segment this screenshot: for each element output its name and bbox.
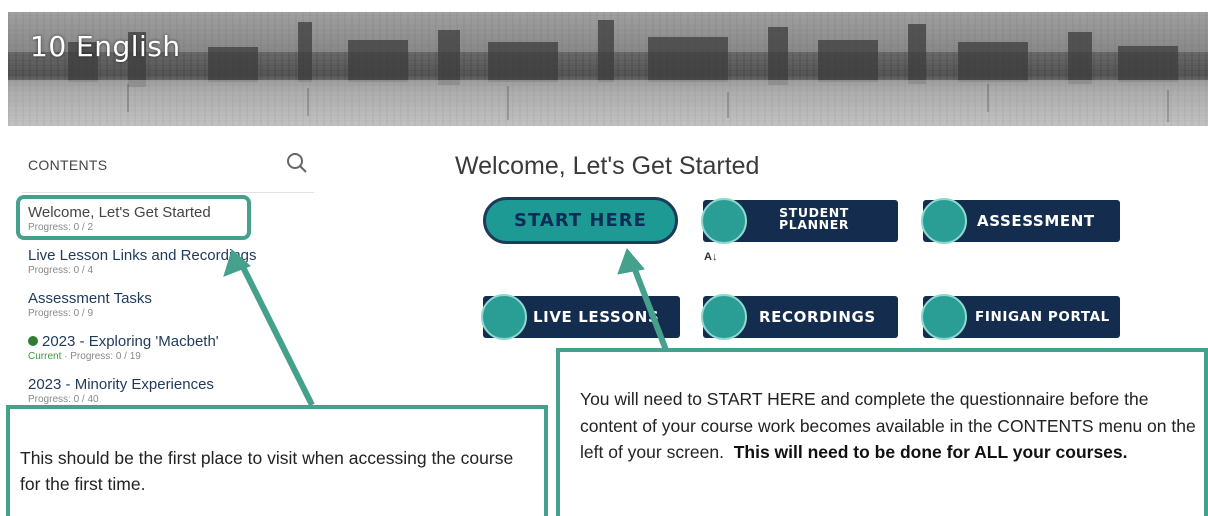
callout-right-bold: This will need to be done for ALL your c… <box>733 442 1128 462</box>
sidebar-item-progress: Progress: 0 / 9 <box>28 308 94 319</box>
page-title: Welcome, Let's Get Started <box>455 152 760 180</box>
finigan-portal-button[interactable]: FINIGAN PORTAL <box>921 294 1120 340</box>
student-planner-label: STUDENT PLANNER <box>779 206 850 232</box>
sidebar-item-progress: Progress: 0 / 4 <box>28 265 94 276</box>
callout-left-text: This should be the first place to visit … <box>20 448 514 494</box>
sidebar-item-progress: Progress: 0 / 19 <box>70 351 141 362</box>
live-lessons-label: LIVE LESSONS <box>533 308 660 326</box>
live-lessons-icon <box>481 294 527 340</box>
live-lessons-button[interactable]: LIVE LESSONS <box>481 294 680 340</box>
arrowhead-right <box>617 248 645 275</box>
student-planner-line2: PLANNER <box>779 217 850 232</box>
arrow-line-left <box>239 263 315 407</box>
callout-right-text: You will need to START HERE and complete… <box>580 386 1200 466</box>
student-planner-button[interactable]: STUDENT PLANNER <box>701 198 898 244</box>
sidebar-item-title: Live Lesson Links and Recordings <box>28 247 257 264</box>
assessment-button[interactable]: ASSESSMENT <box>921 198 1120 244</box>
sidebar-item-assessment-tasks[interactable]: Assessment Tasks Progress: 0 / 9 <box>28 290 152 319</box>
finigan-portal-label: FINIGAN PORTAL <box>975 309 1110 325</box>
course-banner: 10 English <box>8 12 1208 126</box>
contents-header: CONTENTS <box>28 157 108 173</box>
start-here-button[interactable]: START HERE <box>483 197 678 244</box>
current-label: Current <box>28 351 62 362</box>
course-title: 10 English <box>30 30 181 63</box>
start-here-label: START HERE <box>514 210 647 231</box>
callout-first-place: This should be the first place to visit … <box>6 405 548 516</box>
finigan-portal-icon <box>921 294 967 340</box>
sidebar-item-title: 2023 - Exploring 'Macbeth' <box>42 333 219 350</box>
current-indicator-dot <box>28 336 38 346</box>
recordings-icon <box>701 294 747 340</box>
recordings-button[interactable]: RECORDINGS <box>701 294 898 340</box>
highlight-box-welcome <box>16 195 251 240</box>
contents-divider <box>22 192 314 193</box>
sidebar-item-macbeth[interactable]: 2023 - Exploring 'Macbeth' Current · Pro… <box>28 333 219 362</box>
sort-az-icon[interactable]: A↓ <box>704 251 717 263</box>
sidebar-item-live-lessons[interactable]: Live Lesson Links and Recordings Progres… <box>28 247 256 276</box>
planner-icon <box>701 198 747 244</box>
sidebar-item-title: Assessment Tasks <box>28 290 152 307</box>
assessment-label: ASSESSMENT <box>977 212 1095 230</box>
banner-illustration <box>8 12 1208 126</box>
sidebar-item-minority-experiences[interactable]: 2023 - Minority Experiences Progress: 0 … <box>28 376 214 405</box>
search-button[interactable] <box>285 151 309 175</box>
search-icon <box>287 153 307 173</box>
callout-start-here: You will need to START HERE and complete… <box>556 348 1208 516</box>
sidebar-item-title: 2023 - Minority Experiences <box>28 376 214 393</box>
assessment-icon <box>921 198 967 244</box>
separator: · <box>64 351 68 362</box>
recordings-label: RECORDINGS <box>759 308 876 326</box>
sidebar-item-progress: Progress: 0 / 40 <box>28 394 99 405</box>
